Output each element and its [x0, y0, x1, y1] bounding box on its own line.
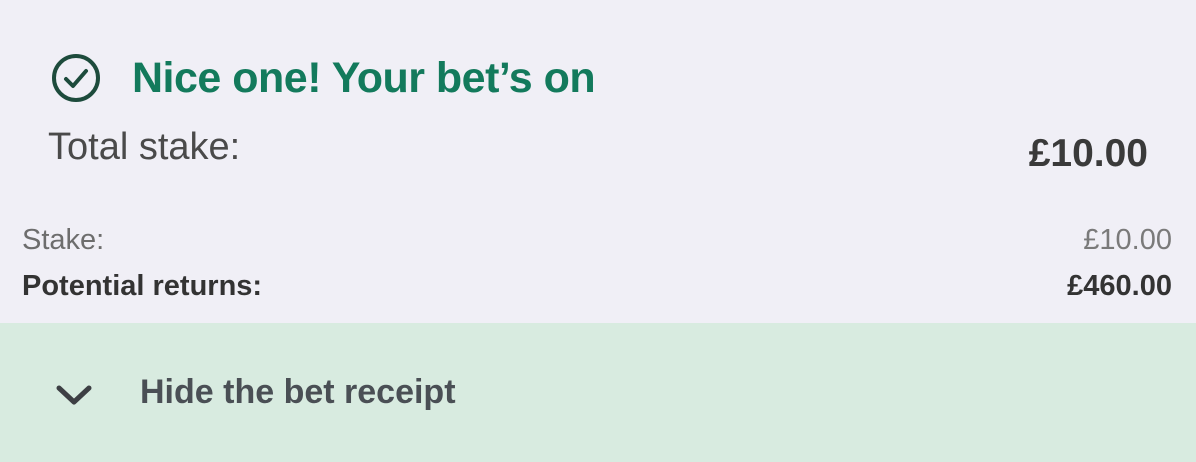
- hide-bet-receipt-button[interactable]: Hide the bet receipt: [0, 323, 1196, 462]
- chevron-down-icon: [56, 385, 92, 405]
- bet-confirmation-card: Nice one! Your bet’s on Total stake: £10…: [0, 0, 1196, 462]
- check-circle-icon: [52, 54, 100, 102]
- hide-bet-receipt-label: Hide the bet receipt: [140, 373, 456, 411]
- stake-value: £10.00: [1083, 224, 1172, 256]
- total-stake-label: Total stake:: [48, 126, 241, 168]
- confirmation-header: Nice one! Your bet’s on: [50, 52, 596, 104]
- stake-label: Stake:: [22, 224, 105, 256]
- confirmation-title: Nice one! Your bet’s on: [132, 53, 596, 102]
- total-stake-value: £10.00: [1028, 132, 1148, 175]
- potential-returns-value: £460.00: [1067, 270, 1172, 302]
- potential-returns-label: Potential returns:: [22, 270, 263, 302]
